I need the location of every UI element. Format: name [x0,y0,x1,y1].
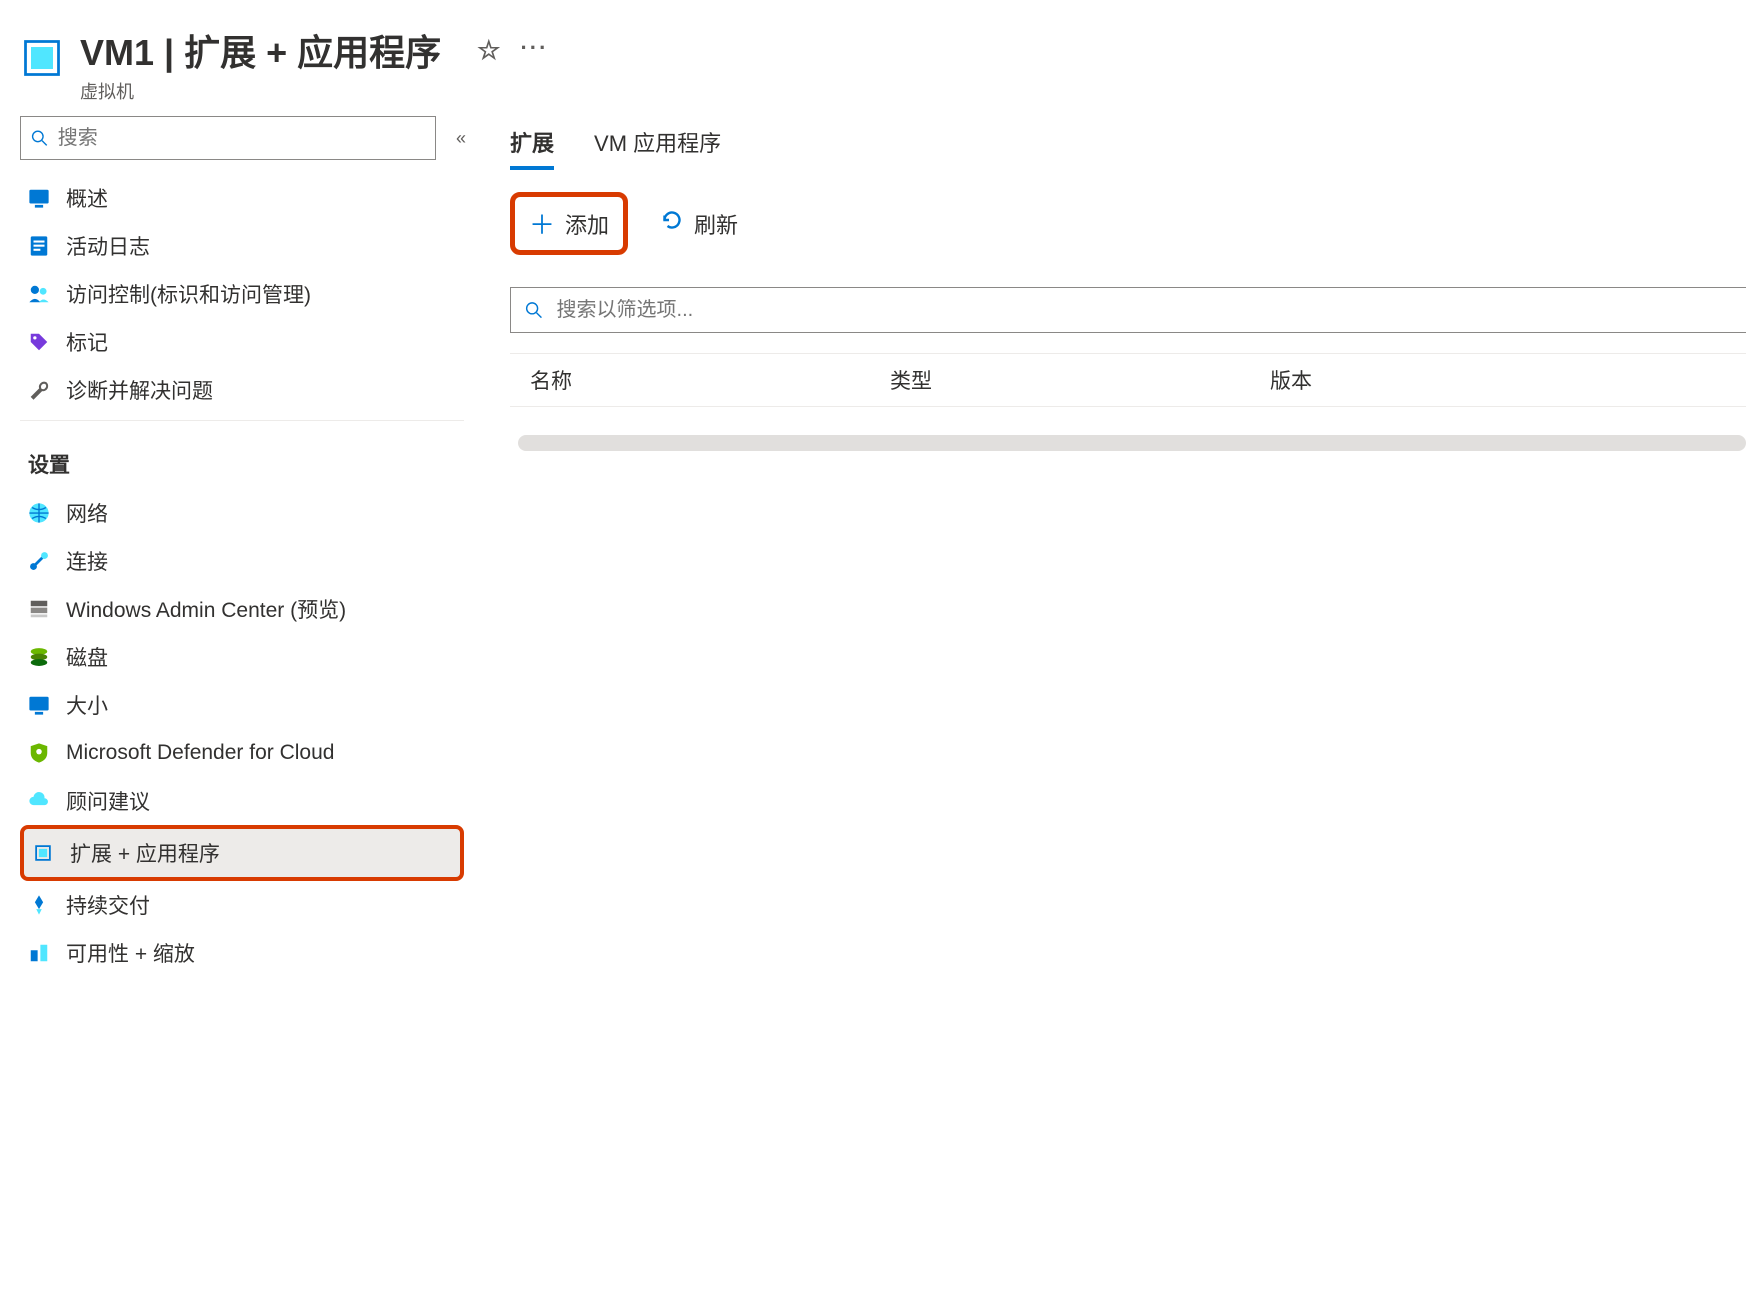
column-version[interactable]: 版本 [1270,365,1746,395]
sidebar: « 概述 活动日志 访问控制(标识和访问管理) 标记 诊断并解决问题 [0,116,480,1302]
extensions-table: 名称 类型 版本 [510,353,1746,451]
sidebar-item-cd[interactable]: 持续交付 [20,881,464,929]
monitor-icon [28,187,50,209]
sidebar-item-activity-log[interactable]: 活动日志 [20,222,464,270]
people-icon [28,283,50,305]
sidebar-item-size[interactable]: 大小 [20,681,464,729]
sidebar-item-label: Windows Admin Center (预览) [66,594,346,624]
scale-icon [28,942,50,964]
cloud-icon [28,790,50,812]
favorite-icon[interactable]: ☆ [477,35,500,66]
sidebar-item-access-control[interactable]: 访问控制(标识和访问管理) [20,270,464,318]
sidebar-search-input[interactable] [58,127,425,150]
sidebar-item-disks[interactable]: 磁盘 [20,633,464,681]
sidebar-item-diagnose[interactable]: 诊断并解决问题 [20,366,464,414]
connect-icon [28,550,50,572]
refresh-button[interactable]: 刷新 [646,200,752,248]
add-button[interactable]: ＋ 添加 [510,192,628,255]
main-content: 扩展 VM 应用程序 ＋ 添加 刷新 名称 类型 版本 [480,116,1746,1302]
sidebar-item-defender[interactable]: Microsoft Defender for Cloud [20,729,464,777]
search-icon [525,301,543,319]
page-title: VM1 | 扩展 + 应用程序 [80,24,441,76]
sidebar-item-label: 概述 [66,183,108,213]
extension-icon [32,842,54,864]
disks-icon [28,646,50,668]
sidebar-item-label: Microsoft Defender for Cloud [66,741,334,765]
vm-icon [20,36,64,80]
table-header: 名称 类型 版本 [510,353,1746,407]
sidebar-search[interactable] [20,116,436,160]
page-header: VM1 | 扩展 + 应用程序 ☆ ··· 虚拟机 [0,0,1746,116]
add-button-label: 添加 [565,208,609,240]
sidebar-item-networking[interactable]: 网络 [20,489,464,537]
refresh-icon [660,208,684,239]
rocket-icon [28,894,50,916]
sidebar-section-settings: 设置 [20,427,464,489]
column-type[interactable]: 类型 [890,365,1270,395]
page-subtitle: 虚拟机 [80,78,548,104]
sidebar-item-label: 顾问建议 [66,786,150,816]
horizontal-scrollbar[interactable] [518,435,1746,451]
sidebar-item-overview[interactable]: 概述 [20,174,464,222]
search-icon [31,129,48,147]
sidebar-item-label: 大小 [66,690,108,720]
sidebar-item-label: 标记 [66,327,108,357]
toolbar: ＋ 添加 刷新 [510,192,1746,255]
refresh-button-label: 刷新 [694,208,738,240]
more-icon[interactable]: ··· [520,35,548,66]
sidebar-item-label: 访问控制(标识和访问管理) [66,279,311,309]
sidebar-item-label: 扩展 + 应用程序 [70,838,220,868]
sidebar-item-extensions[interactable]: 扩展 + 应用程序 [20,825,464,881]
tab-vmapps[interactable]: VM 应用程序 [594,126,721,170]
sidebar-item-label: 连接 [66,546,108,576]
log-icon [28,235,50,257]
collapse-sidebar-button[interactable]: « [450,122,472,155]
plus-icon: ＋ [529,205,555,242]
sidebar-item-label: 网络 [66,498,108,528]
column-name[interactable]: 名称 [510,365,890,395]
filter-input[interactable] [557,299,1732,322]
globe-icon [28,502,50,524]
sidebar-item-label: 持续交付 [66,890,150,920]
shield-icon [28,742,50,764]
monitor-icon [28,694,50,716]
sidebar-nav: 概述 活动日志 访问控制(标识和访问管理) 标记 诊断并解决问题 设置 [20,174,472,1300]
sidebar-item-label: 诊断并解决问题 [66,375,213,405]
sidebar-item-connect[interactable]: 连接 [20,537,464,585]
divider [20,420,464,421]
sidebar-item-tags[interactable]: 标记 [20,318,464,366]
server-icon [28,598,50,620]
wrench-icon [28,379,50,401]
sidebar-item-label: 可用性 + 缩放 [66,938,195,968]
tab-extensions[interactable]: 扩展 [510,126,554,170]
tag-icon [28,331,50,353]
sidebar-item-availability[interactable]: 可用性 + 缩放 [20,929,464,977]
filter-search[interactable] [510,287,1746,333]
sidebar-item-advisor[interactable]: 顾问建议 [20,777,464,825]
sidebar-item-wac[interactable]: Windows Admin Center (预览) [20,585,464,633]
sidebar-item-label: 磁盘 [66,642,108,672]
sidebar-item-label: 活动日志 [66,231,150,261]
tabs: 扩展 VM 应用程序 [510,126,1746,170]
